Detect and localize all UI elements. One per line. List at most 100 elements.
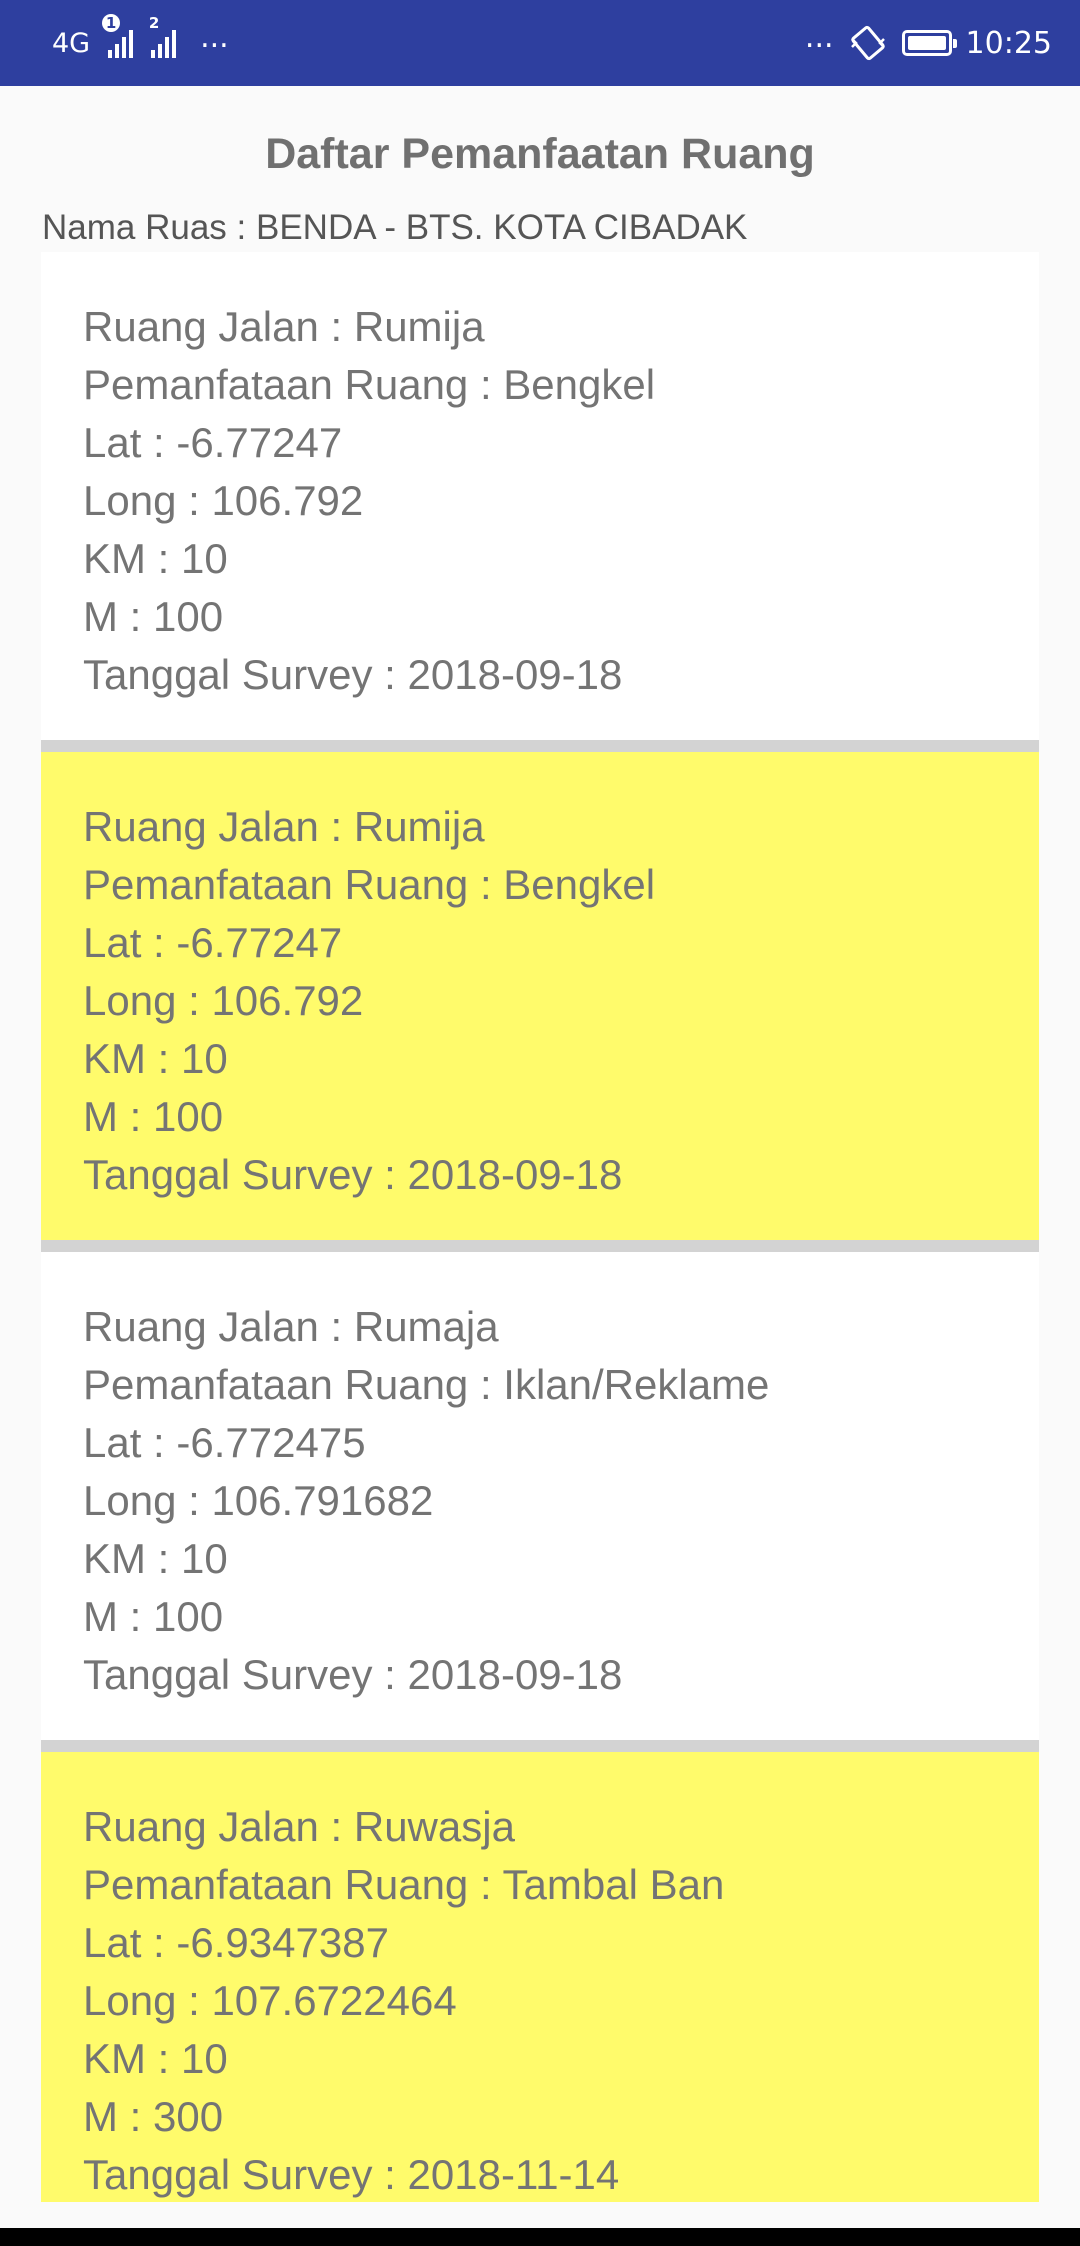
m-value: 300 — [153, 2093, 224, 2140]
vibrate-icon — [848, 23, 888, 63]
long-label: Long — [83, 977, 177, 1024]
separator: : — [146, 2035, 182, 2082]
list-item[interactable]: Ruang Jalan : Ruwasja Pemanfataan Ruang … — [41, 1752, 1039, 2202]
m-label: M — [83, 2093, 118, 2140]
ruas-name-label: Nama Ruas — [42, 208, 227, 247]
list-item[interactable]: Ruang Jalan : Rumaja Pemanfataan Ruang :… — [41, 1252, 1039, 1752]
separator: : — [141, 419, 177, 466]
separator: : — [372, 651, 408, 698]
ruang-jalan-label: Ruang Jalan — [83, 1803, 319, 1850]
tanggal-label: Tanggal Survey — [83, 1151, 373, 1198]
lat-row: Lat : -6.77247 — [83, 414, 1039, 472]
navigation-bar — [0, 2228, 1080, 2246]
m-row: M : 100 — [83, 588, 1039, 646]
separator: : — [176, 1477, 212, 1524]
ruang-jalan-row: Ruang Jalan : Rumija — [83, 298, 1039, 356]
more-status: ... — [804, 19, 834, 55]
separator: : — [318, 1803, 354, 1850]
status-left: 4G 1 2 ... — [52, 0, 229, 86]
km-row: KM : 10 — [83, 530, 1039, 588]
tanggal-value: 2018-11-14 — [407, 2151, 620, 2198]
lat-value: -6.77247 — [176, 919, 343, 966]
ruas-name-separator: : — [226, 208, 256, 247]
status-bar: 4G 1 2 ... ... 10:25 — [0, 0, 1080, 86]
m-label: M — [83, 1593, 118, 1640]
sim1-index: 1 — [102, 14, 121, 32]
m-row: M : 100 — [83, 1588, 1039, 1646]
long-row: Long : 106.791682 — [83, 1472, 1039, 1530]
pemanfaatan-value: Bengkel — [503, 361, 656, 408]
ruang-jalan-value: Rumija — [353, 803, 485, 850]
separator: : — [146, 1535, 182, 1582]
separator: : — [118, 1593, 154, 1640]
separator: : — [146, 1035, 182, 1082]
separator: : — [468, 861, 504, 908]
lat-label: Lat — [83, 419, 142, 466]
tanggal-label: Tanggal Survey — [83, 2151, 373, 2198]
km-label: KM — [83, 1535, 146, 1582]
separator: : — [118, 2093, 154, 2140]
more-notifications: ... — [200, 19, 229, 55]
separator: : — [118, 593, 154, 640]
ruas-name: Nama Ruas : BENDA - BTS. KOTA CIBADAK — [42, 208, 747, 248]
km-value: 10 — [181, 535, 228, 582]
pemanfaatan-value: Bengkel — [503, 861, 656, 908]
separator: : — [372, 1151, 408, 1198]
lat-value: -6.9347387 — [176, 1919, 389, 1966]
long-value: 107.6722464 — [211, 1977, 457, 2024]
m-value: 100 — [153, 1593, 224, 1640]
m-value: 100 — [153, 1093, 224, 1140]
lat-label: Lat — [83, 1419, 142, 1466]
signal-icon: 1 — [102, 14, 134, 58]
lat-value: -6.77247 — [176, 419, 343, 466]
km-row: KM : 10 — [83, 2030, 1039, 2088]
tanggal-row: Tanggal Survey : 2018-11-14 — [83, 2146, 1039, 2204]
km-value: 10 — [181, 2035, 228, 2082]
m-label: M — [83, 593, 118, 640]
network-type: 4G — [52, 27, 91, 59]
list-item[interactable]: Ruang Jalan : Rumija Pemanfataan Ruang :… — [41, 252, 1039, 752]
pemanfaatan-list[interactable]: Ruang Jalan : Rumija Pemanfataan Ruang :… — [41, 252, 1039, 2202]
pemanfaatan-label: Pemanfataan Ruang — [83, 1861, 469, 1908]
separator: : — [141, 919, 177, 966]
pemanfaatan-label: Pemanfataan Ruang — [83, 861, 469, 908]
battery-icon — [901, 30, 957, 56]
separator: : — [372, 2151, 408, 2198]
separator: : — [468, 1861, 503, 1908]
separator: : — [176, 1977, 212, 2024]
long-row: Long : 107.6722464 — [83, 1972, 1039, 2030]
tanggal-value: 2018-09-18 — [407, 651, 623, 698]
pemanfaatan-row: Pemanfataan Ruang : Tambal Ban — [83, 1856, 1039, 1914]
km-value: 10 — [181, 1535, 228, 1582]
km-label: KM — [83, 1035, 146, 1082]
pemanfaatan-row: Pemanfataan Ruang : Bengkel — [83, 356, 1039, 414]
km-label: KM — [83, 2035, 146, 2082]
m-row: M : 100 — [83, 1088, 1039, 1146]
page-title: Daftar Pemanfaatan Ruang — [265, 130, 815, 178]
long-value: 106.792 — [211, 977, 364, 1024]
separator: : — [118, 1093, 154, 1140]
km-row: KM : 10 — [83, 1530, 1039, 1588]
pemanfaatan-label: Pemanfataan Ruang — [83, 361, 469, 408]
long-label: Long — [83, 1477, 177, 1524]
signal-icon-2: 2 — [149, 14, 177, 58]
list-item[interactable]: Ruang Jalan : Rumija Pemanfataan Ruang :… — [41, 752, 1039, 1252]
separator: : — [372, 1651, 408, 1698]
tanggal-label: Tanggal Survey — [83, 651, 373, 698]
tanggal-value: 2018-09-18 — [407, 1651, 623, 1698]
separator: : — [468, 361, 504, 408]
long-value: 106.792 — [211, 477, 364, 524]
lat-value: -6.772475 — [176, 1419, 366, 1466]
separator: : — [141, 1419, 177, 1466]
ruang-jalan-value: Ruwasja — [353, 1803, 515, 1850]
ruang-jalan-row: Ruang Jalan : Ruwasja — [83, 1798, 1039, 1856]
separator: : — [468, 1361, 504, 1408]
ruang-jalan-row: Ruang Jalan : Rumija — [83, 798, 1039, 856]
separator: : — [318, 1303, 354, 1350]
long-label: Long — [83, 477, 177, 524]
pemanfaatan-row: Pemanfataan Ruang : Bengkel — [83, 856, 1039, 914]
ruang-jalan-label: Ruang Jalan — [83, 803, 319, 850]
ruas-name-value: BENDA - BTS. KOTA CIBADAK — [255, 208, 748, 247]
ruang-jalan-label: Ruang Jalan — [83, 303, 319, 350]
ruang-jalan-value: Rumaja — [353, 1303, 499, 1350]
